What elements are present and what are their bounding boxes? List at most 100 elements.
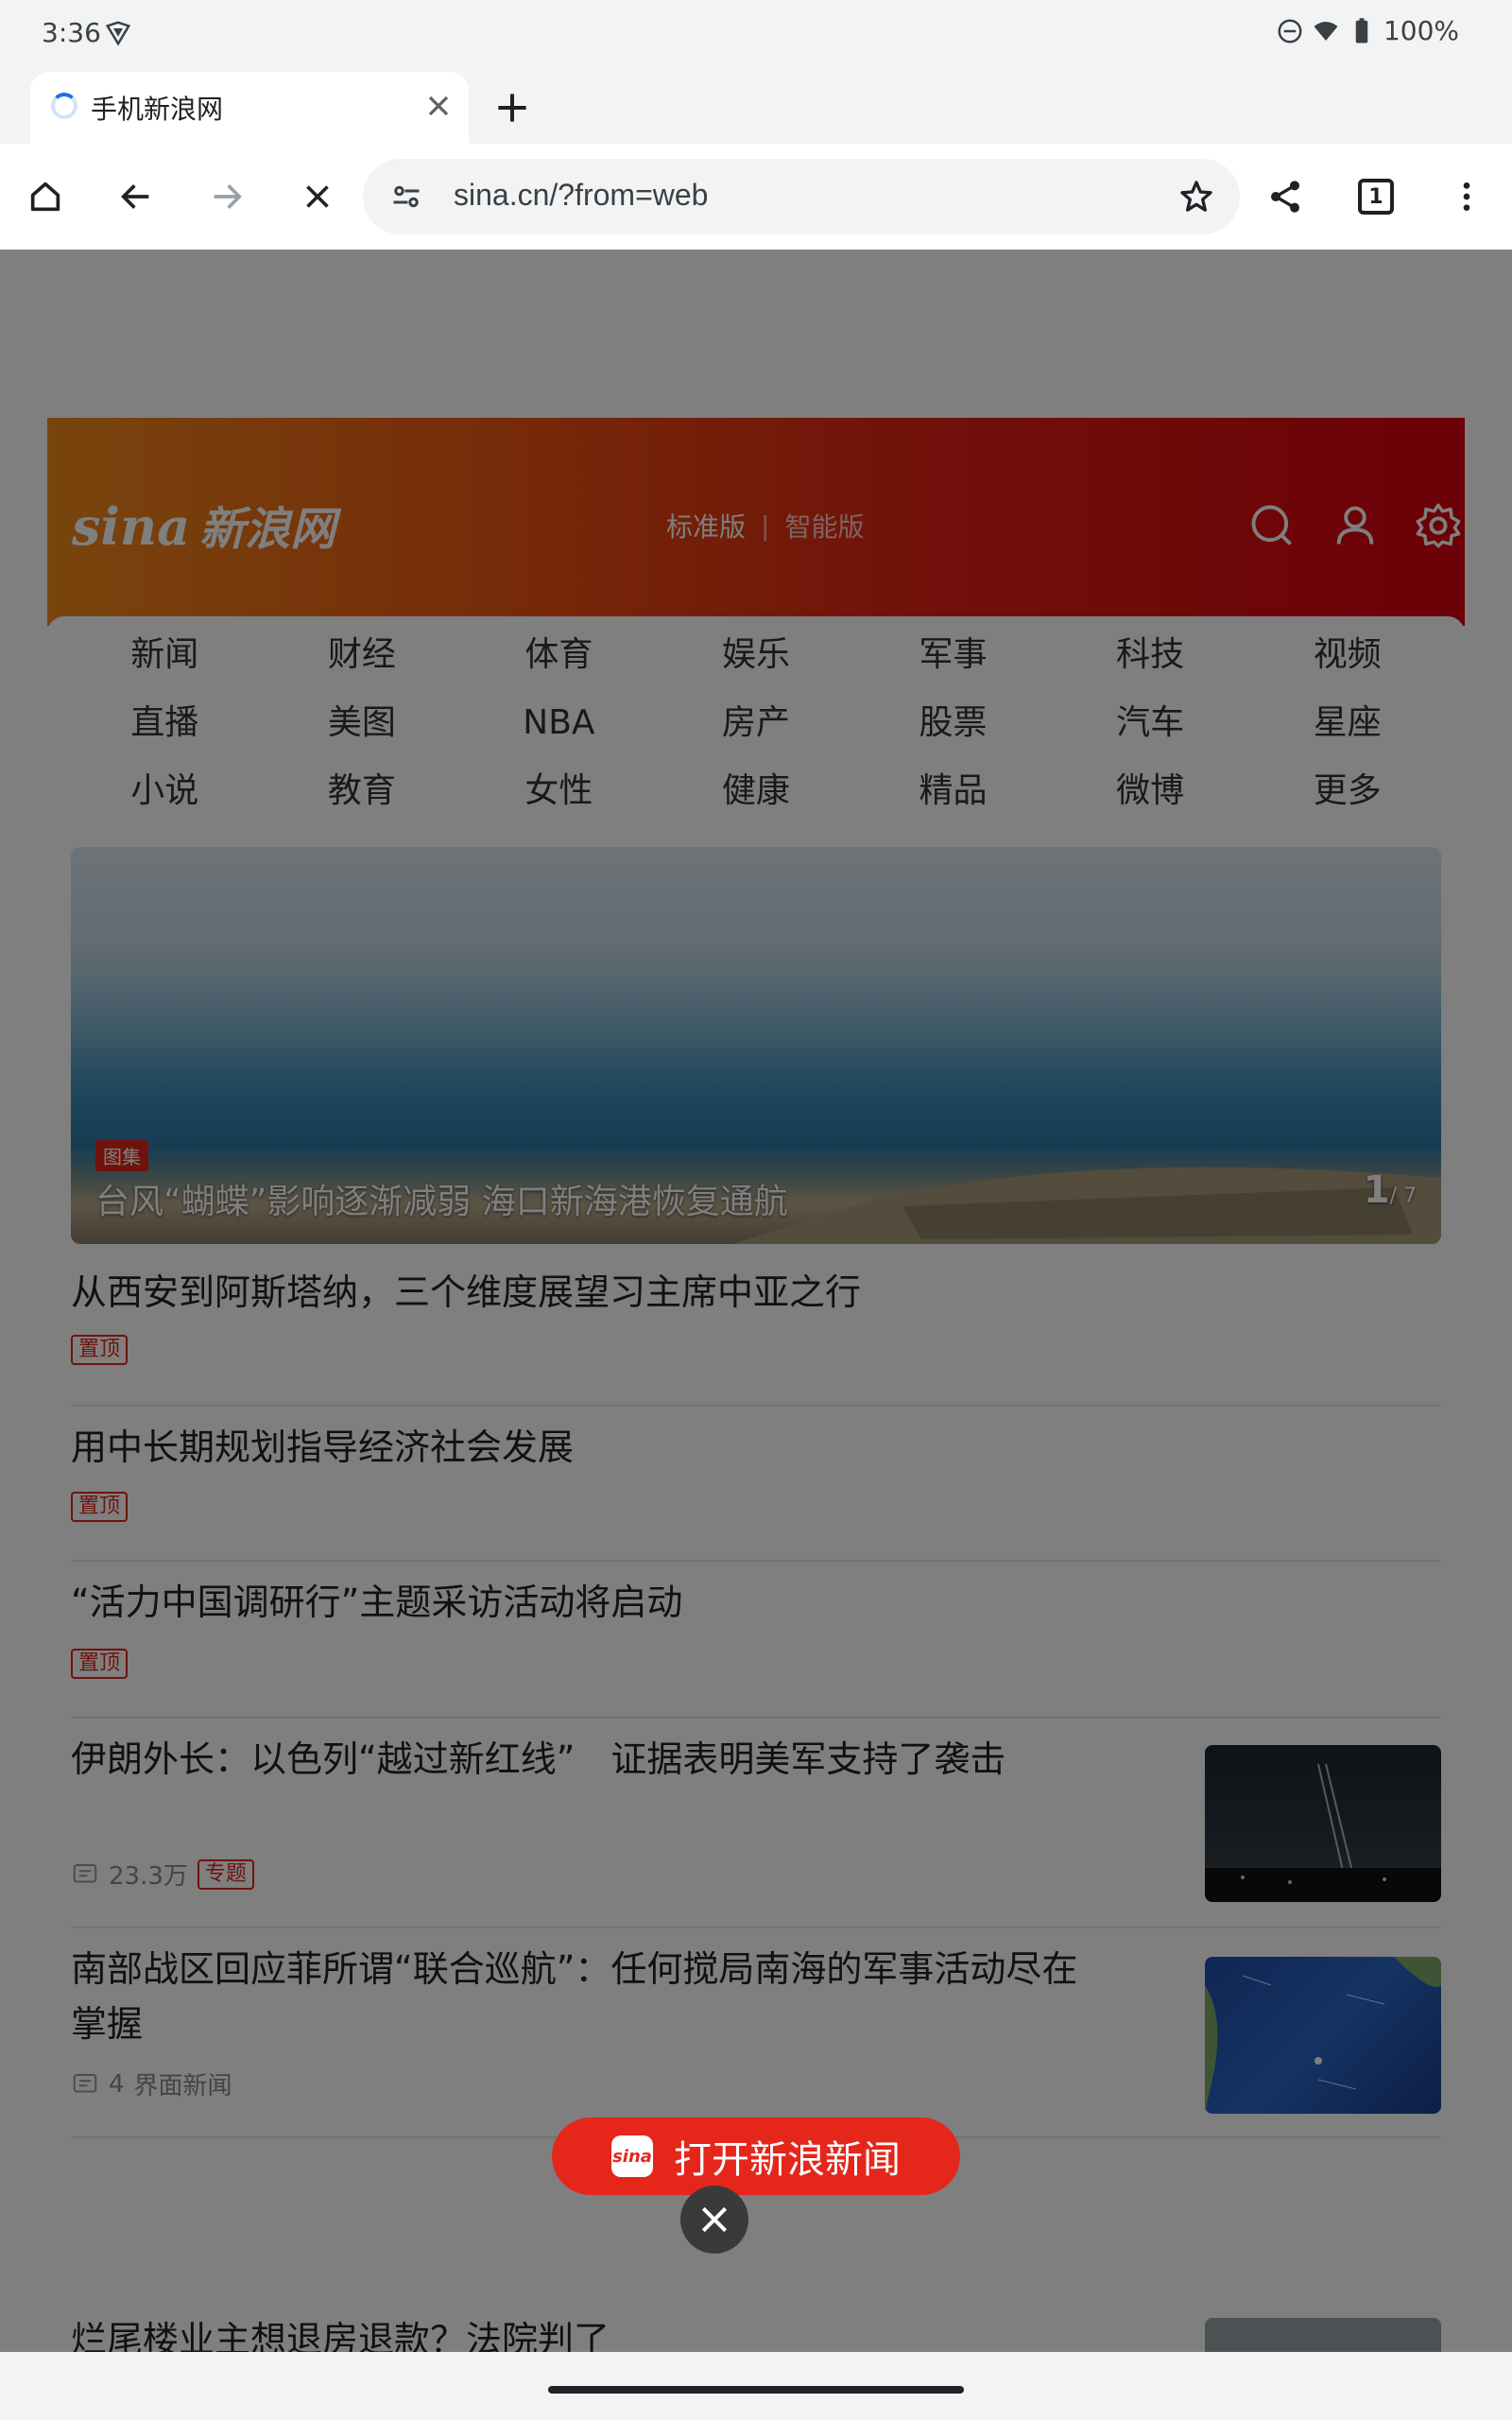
search-icon[interactable]: [1247, 501, 1297, 550]
news-thumbnail[interactable]: [1205, 1745, 1441, 1902]
pinned-badge: 置顶: [71, 1335, 129, 1365]
open-app-button[interactable]: sina 打开新浪新闻: [552, 2118, 960, 2195]
news-item[interactable]: 用中长期规划指导经济社会发展 置顶: [71, 1407, 1441, 1562]
channel-link[interactable]: 新闻: [66, 633, 264, 677]
sina-header: sina 新浪网 标准版 | 智能版: [47, 418, 1465, 626]
bookmark-star-icon[interactable]: [1177, 178, 1215, 216]
channel-link[interactable]: 微博: [1052, 769, 1249, 813]
sina-logo[interactable]: sina 新浪网: [72, 492, 335, 558]
channel-link[interactable]: 教育: [264, 769, 461, 813]
close-icon: [701, 2206, 728, 2233]
home-button[interactable]: [21, 172, 70, 221]
mode-standard[interactable]: 标准版: [666, 507, 746, 544]
system-nav-bar: [0, 2352, 1512, 2420]
news-headline[interactable]: 从西安到阿斯塔纳，三个维度展望习主席中亚之行: [71, 1265, 861, 1320]
comment-count: 23.3万: [109, 1862, 188, 1891]
status-right: 100%: [1276, 15, 1459, 46]
channel-link[interactable]: 精品: [854, 769, 1052, 813]
channel-link[interactable]: 股票: [854, 701, 1052, 745]
slide-total: / 7: [1389, 1184, 1417, 1208]
news-headline-line1: 南部战区回应菲所谓“联合巡航”：任何搅局南海的军事活动尽在: [71, 1948, 1078, 1990]
more-vert-icon: [1463, 182, 1470, 211]
news-item[interactable]: 伊朗外长：以色列“越过新红线” 证据表明美军支持了袭击 23.3万 专题: [71, 1719, 1441, 1928]
forward-arrow-icon: [214, 184, 242, 209]
news-item[interactable]: 南部战区回应菲所谓“联合巡航”：任何搅局南海的军事活动尽在 掌握 4 界面新闻: [71, 1928, 1441, 2138]
news-thumbnail[interactable]: [1205, 1957, 1441, 2114]
news-source: 界面新闻: [133, 2072, 232, 2100]
news-headline[interactable]: 用中长期规划指导经济社会发展: [71, 1420, 574, 1475]
channel-link[interactable]: NBA: [460, 701, 658, 745]
channel-link[interactable]: 科技: [1052, 633, 1249, 677]
news-item[interactable]: 烂尾楼业主想退房退款？法院判了: [71, 2308, 1441, 2352]
news-headline[interactable]: 烂尾楼业主想退房退款？法院判了: [71, 2312, 610, 2352]
stop-loading-button[interactable]: [293, 172, 342, 221]
new-tab-plus-icon[interactable]: [491, 87, 533, 129]
open-app-label: 打开新浪新闻: [674, 2138, 901, 2182]
tab-strip: 手机新浪网: [0, 68, 1512, 144]
menu-button[interactable]: [1442, 172, 1491, 221]
tab-title: 手机新浪网: [91, 94, 224, 125]
back-arrow-icon: [121, 184, 149, 209]
battery-icon: [1355, 17, 1368, 43]
channel-link[interactable]: 体育: [460, 633, 658, 677]
channel-link[interactable]: 财经: [264, 633, 461, 677]
tab-count: 1: [1358, 179, 1394, 215]
close-banner-button[interactable]: [680, 2186, 748, 2254]
channel-link[interactable]: 星座: [1248, 701, 1446, 745]
news-item[interactable]: “活力中国调研行”主题采访活动将启动 置顶: [71, 1562, 1441, 1719]
channel-link[interactable]: 更多: [1248, 769, 1446, 813]
browser-toolbar: sina.cn/?from=web 1: [0, 144, 1512, 250]
site-settings-icon[interactable]: [389, 180, 423, 214]
channel-link[interactable]: 美图: [264, 701, 461, 745]
news-item[interactable]: 从西安到阿斯塔纳，三个维度展望习主席中亚之行 置顶: [71, 1250, 1441, 1407]
vpn-key-icon: [105, 21, 131, 46]
pinned-badge: 置顶: [71, 1492, 129, 1522]
share-button[interactable]: [1261, 172, 1310, 221]
news-headline[interactable]: 南部战区回应菲所谓“联合巡航”：任何搅局南海的军事活动尽在 掌握: [71, 1942, 1186, 2051]
channel-link[interactable]: 房产: [658, 701, 855, 745]
close-tab-icon[interactable]: [421, 89, 455, 123]
share-icon: [1271, 181, 1299, 213]
channel-link[interactable]: 娱乐: [658, 633, 855, 677]
news-meta: 4 界面新闻: [71, 2066, 232, 2101]
channel-link[interactable]: 健康: [658, 769, 855, 813]
channel-link[interactable]: 汽车: [1052, 701, 1249, 745]
stop-x-icon: [306, 185, 329, 208]
do-not-disturb-icon: [1278, 19, 1302, 43]
forward-button[interactable]: [202, 172, 251, 221]
sina-app-logo: sina: [611, 2135, 653, 2177]
mode-smart[interactable]: 智能版: [784, 507, 864, 544]
channel-link[interactable]: 小说: [66, 769, 264, 813]
news-headline-line2: 掌握: [71, 2003, 144, 2045]
user-icon[interactable]: [1331, 501, 1380, 550]
channel-link[interactable]: 军事: [854, 633, 1052, 677]
news-thumbnail[interactable]: [1205, 2318, 1441, 2352]
gesture-handle[interactable]: [548, 2386, 964, 2394]
address-bar[interactable]: sina.cn/?from=web: [363, 159, 1240, 234]
pinned-badge: 置顶: [71, 1649, 129, 1679]
comment-icon: [73, 1863, 97, 1882]
channel-link[interactable]: 女性: [460, 769, 658, 813]
news-meta: 23.3万 专题: [71, 1857, 254, 1892]
mode-separator: |: [761, 510, 770, 542]
settings-gear-icon[interactable]: [1414, 501, 1463, 550]
hero-caption[interactable]: 台风“蝴蝶”影响逐渐减弱 海口新海港恢复通航: [95, 1174, 788, 1223]
news-headline[interactable]: “活力中国调研行”主题采访活动将启动: [71, 1575, 682, 1630]
news-headline[interactable]: 伊朗外长：以色列“越过新红线” 证据表明美军支持了袭击: [71, 1732, 1005, 1787]
tab-switcher-button[interactable]: 1: [1351, 172, 1400, 221]
channel-link[interactable]: 视频: [1248, 633, 1446, 677]
status-time: 3:36: [42, 17, 101, 48]
status-bar: 3:36 100%: [0, 0, 1512, 68]
hero-slideshow[interactable]: 图集 台风“蝴蝶”影响逐渐减弱 海口新海港恢复通航 1/ 7: [71, 847, 1441, 1244]
url-text[interactable]: sina.cn/?from=web: [454, 178, 708, 213]
web-page: sina 新浪网 标准版 | 智能版 新闻 财经 体育 娱乐 军事 科技 视频 …: [0, 250, 1512, 2352]
back-button[interactable]: [112, 172, 161, 221]
channel-grid: 新闻 财经 体育 娱乐 军事 科技 视频 直播 美图 NBA 房产 股票 汽车 …: [66, 633, 1446, 813]
sea-map-image: [1205, 1957, 1441, 2114]
channel-link[interactable]: 直播: [66, 701, 264, 745]
home-icon: [30, 182, 60, 212]
slide-counter: 1/ 7: [1364, 1168, 1417, 1212]
slide-current: 1: [1363, 1168, 1390, 1212]
tab-active[interactable]: 手机新浪网: [30, 72, 469, 144]
night-sky-image: [1205, 1763, 1441, 1902]
